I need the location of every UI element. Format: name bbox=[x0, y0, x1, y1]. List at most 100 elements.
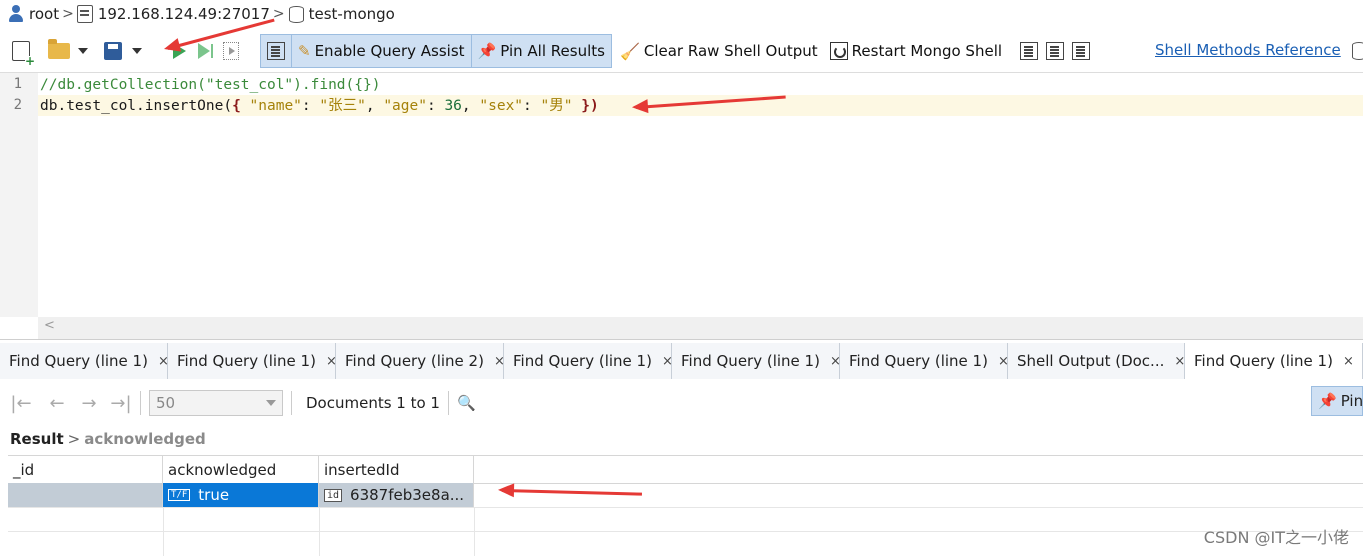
grid-divider bbox=[474, 507, 475, 556]
cell-insertedid-value: 6387feb3e8a... bbox=[350, 486, 465, 504]
connection-breadcrumb: root > 192.168.124.49:27017 > test-mongo bbox=[0, 0, 1363, 28]
database-icon bbox=[288, 5, 304, 23]
enable-query-assist-label: Enable Query Assist bbox=[314, 42, 465, 60]
broom-icon: 🧹 bbox=[619, 41, 640, 61]
page-size-select[interactable]: 50 bbox=[149, 390, 283, 416]
tab-find-query[interactable]: Find Query (line 1) × bbox=[168, 343, 337, 379]
shell-methods-reference-link[interactable]: Shell Methods Reference bbox=[1155, 41, 1341, 59]
tab-find-query[interactable]: Find Query (line 1) × bbox=[840, 343, 1009, 379]
open-dropdown-chevron-icon[interactable] bbox=[78, 48, 88, 54]
result-root-crumb[interactable]: Result bbox=[10, 430, 64, 448]
cell-acknowledged[interactable]: T/F true bbox=[163, 483, 319, 507]
result-breadcrumb: Result > acknowledged bbox=[10, 428, 206, 450]
boolean-type-icon: T/F bbox=[168, 489, 191, 501]
align-left-button[interactable] bbox=[1018, 40, 1040, 62]
cell-acknowledged-value: true bbox=[198, 486, 230, 504]
save-script-button[interactable] bbox=[102, 40, 124, 62]
new-document-icon bbox=[12, 41, 35, 66]
next-page-icon[interactable]: → bbox=[78, 393, 100, 414]
breadcrumb-database[interactable]: test-mongo bbox=[288, 5, 395, 23]
save-dropdown-chevron-icon[interactable] bbox=[132, 48, 142, 54]
pin-all-results-label: Pin All Results bbox=[500, 42, 605, 60]
code-line-2: db.test_col.insertOne({ "name": "张三", "a… bbox=[40, 98, 599, 114]
clear-raw-shell-output-button[interactable]: 🧹 Clear Raw Shell Output bbox=[614, 35, 824, 67]
pin-icon: 📌 bbox=[1318, 392, 1337, 410]
breadcrumb-user[interactable]: root bbox=[8, 5, 59, 23]
close-icon[interactable]: × bbox=[1343, 354, 1354, 369]
play-to-end-icon bbox=[198, 43, 213, 59]
open-script-button[interactable] bbox=[48, 39, 70, 62]
restart-mongo-shell-button[interactable]: Restart Mongo Shell bbox=[824, 35, 1008, 67]
new-script-button[interactable] bbox=[10, 40, 35, 66]
toolbar-divider bbox=[140, 391, 141, 415]
tab-find-query[interactable]: Find Query (line 2) × bbox=[336, 343, 505, 379]
magic-wand-icon: ✎ bbox=[298, 42, 311, 60]
database-icon bbox=[1352, 42, 1363, 60]
tab-find-query-active[interactable]: Find Query (line 1) × bbox=[1185, 343, 1363, 379]
toolbar-divider bbox=[447, 391, 449, 415]
grid-divider bbox=[163, 507, 164, 556]
grid-divider bbox=[319, 507, 320, 556]
outdent-button[interactable] bbox=[1070, 40, 1092, 62]
column-header-id[interactable]: _id bbox=[8, 456, 163, 483]
column-header-acknowledged[interactable]: acknowledged bbox=[163, 456, 319, 483]
server-icon bbox=[76, 5, 93, 23]
save-icon bbox=[104, 42, 122, 60]
tab-label: Find Query (line 1) bbox=[681, 352, 820, 370]
tab-find-query[interactable]: Find Query (line 1) × bbox=[672, 343, 841, 379]
last-page-icon[interactable]: →| bbox=[110, 393, 132, 414]
step-button[interactable] bbox=[220, 40, 242, 62]
close-icon[interactable]: × bbox=[1174, 354, 1185, 369]
query-code-icon[interactable]: 🔍 bbox=[457, 394, 476, 412]
step-icon bbox=[223, 42, 239, 60]
first-page-icon[interactable]: |← bbox=[10, 393, 32, 414]
scroll-left-icon[interactable]: < bbox=[44, 318, 55, 333]
tab-find-query[interactable]: Find Query (line 1) × bbox=[504, 343, 673, 379]
tab-label: Find Query (line 1) bbox=[1194, 352, 1333, 370]
horizontal-scrollbar[interactable]: < bbox=[38, 317, 1363, 339]
outdent-icon bbox=[1072, 42, 1091, 60]
breadcrumb-server-label: 192.168.124.49:27017 bbox=[97, 5, 270, 23]
breadcrumb-database-label: test-mongo bbox=[308, 5, 395, 23]
results-grid: _id acknowledged insertedId T/F true id … bbox=[8, 455, 1363, 556]
grid-divider bbox=[8, 507, 1363, 508]
result-tabs: Find Query (line 1) × Find Query (line 1)… bbox=[0, 343, 1363, 379]
cell-id[interactable] bbox=[8, 483, 163, 507]
tab-shell-output[interactable]: Shell Output (Doc... × bbox=[1008, 343, 1185, 379]
tab-label: Find Query (line 1) bbox=[9, 352, 148, 370]
chevron-right-icon: > bbox=[67, 430, 81, 448]
align-left-icon bbox=[1020, 42, 1039, 60]
line-number-gutter: 1 2 bbox=[0, 73, 38, 317]
tab-label: Find Query (line 2) bbox=[345, 352, 484, 370]
tab-find-query[interactable]: Find Query (line 1) × bbox=[0, 343, 169, 379]
pin-results-label: Pin bbox=[1340, 392, 1363, 410]
pin-results-button[interactable]: 📌 Pin bbox=[1311, 386, 1363, 416]
restart-mongo-shell-label: Restart Mongo Shell bbox=[851, 42, 1003, 60]
tab-label: Find Query (line 1) bbox=[177, 352, 316, 370]
execute-current-button[interactable] bbox=[194, 40, 216, 62]
breadcrumb-user-label: root bbox=[29, 5, 60, 23]
indent-icon bbox=[1046, 42, 1065, 60]
result-child-crumb[interactable]: acknowledged bbox=[84, 430, 206, 448]
previous-page-icon[interactable]: ← bbox=[46, 393, 68, 414]
cell-insertedid[interactable]: id 6387feb3e8a... bbox=[319, 483, 474, 507]
indent-button[interactable] bbox=[1044, 40, 1066, 62]
breadcrumb-server[interactable]: 192.168.124.49:27017 bbox=[76, 5, 270, 23]
format-button[interactable] bbox=[265, 40, 287, 62]
watermark: CSDN @IT之一小佬 bbox=[1203, 528, 1349, 547]
column-header-insertedid[interactable]: insertedId bbox=[319, 456, 474, 483]
documents-range-label: Documents 1 to 1 bbox=[306, 394, 440, 412]
grid-divider bbox=[8, 531, 1363, 532]
breadcrumb-separator: > bbox=[62, 6, 74, 22]
code-line-1: //db.getCollection("test_col").find({}) bbox=[40, 77, 381, 93]
page-size-value: 50 bbox=[156, 394, 176, 412]
enable-query-assist-button[interactable]: ✎ Enable Query Assist bbox=[291, 35, 471, 67]
script-editor[interactable]: 1 2 //db.getCollection("test_col").find(… bbox=[0, 72, 1363, 340]
breadcrumb-separator: > bbox=[272, 6, 285, 22]
user-icon bbox=[8, 5, 24, 23]
line-number: 2 bbox=[13, 97, 22, 113]
pin-all-results-button[interactable]: 📌 Pin All Results bbox=[470, 35, 611, 67]
pin-icon: 📌 bbox=[477, 42, 497, 60]
folder-icon bbox=[48, 39, 70, 59]
tab-label: Find Query (line 1) bbox=[849, 352, 988, 370]
